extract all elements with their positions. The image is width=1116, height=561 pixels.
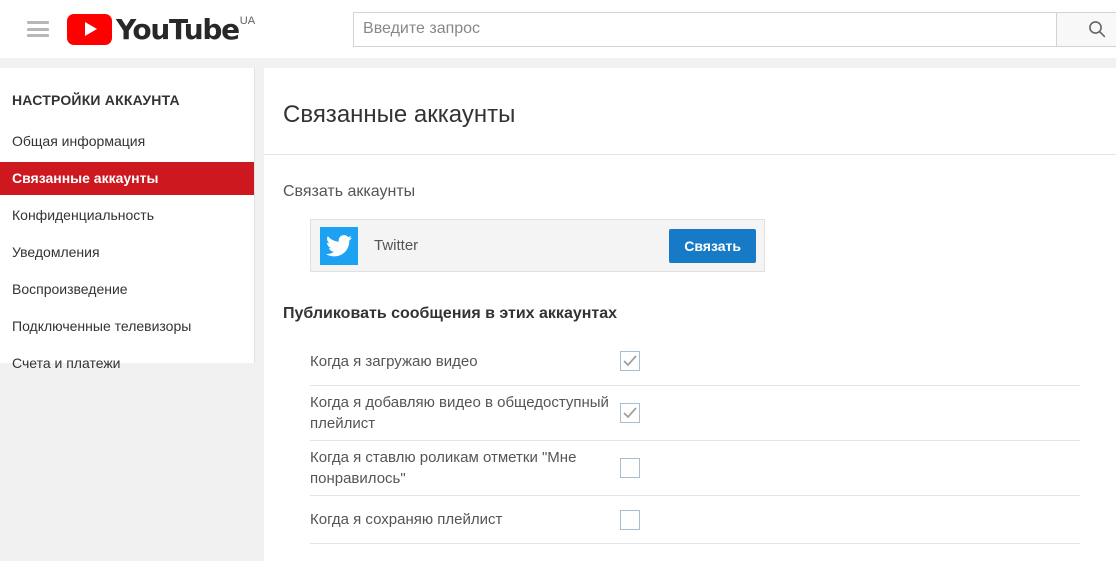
twitter-link-card: Twitter Связать: [310, 219, 765, 272]
search-icon: [1089, 21, 1106, 38]
post-option-checkbox[interactable]: [620, 403, 640, 423]
post-options-bottom-divider: [310, 543, 1080, 544]
twitter-connect-button[interactable]: Связать: [669, 228, 756, 263]
post-option-label: Когда я сохраняю плейлист: [310, 511, 503, 528]
hamburger-bar: [27, 27, 49, 31]
sidebar-title: НАСТРОЙКИ АККАУНТА: [12, 92, 180, 108]
hamburger-bar: [27, 34, 49, 37]
sidebar-item-notifications[interactable]: Уведомления: [0, 236, 254, 269]
checkmark-icon: [623, 407, 637, 419]
checkmark-icon: [623, 355, 637, 367]
post-option-label: Когда я загружаю видео: [310, 352, 478, 370]
header-divider-strip: [0, 58, 1116, 68]
hamburger-bar: [27, 21, 49, 24]
post-option-label: Когда я добавляю видео в общедоступный п…: [310, 394, 609, 432]
page-title: Связанные аккаунты: [283, 101, 516, 128]
twitter-service-name: Twitter: [374, 237, 419, 254]
post-option-checkbox[interactable]: [620, 458, 640, 478]
search-input[interactable]: [353, 11, 1058, 47]
sidebar-item-linked-accounts[interactable]: Связанные аккаунты: [0, 162, 254, 195]
post-option-checkbox[interactable]: [620, 351, 640, 371]
post-option-checkbox[interactable]: [620, 509, 640, 530]
sidebar-item-playback[interactable]: Воспроизведение: [0, 273, 254, 306]
youtube-logo[interactable]: YouTube UA: [67, 12, 256, 46]
top-header: YouTube UA: [0, 0, 1116, 58]
twitter-bird-glyph: [326, 234, 352, 256]
sidebar-item-general[interactable]: Общая информация: [0, 125, 254, 158]
sidebar-item-billing[interactable]: Счета и платежи: [0, 347, 254, 380]
settings-sidebar: НАСТРОЙКИ АККАУНТА Общая информация Связ…: [0, 68, 255, 371]
search-bar: [353, 11, 1116, 47]
main-content: Связанные аккаунты Связать аккаунты Twit…: [264, 68, 1116, 561]
sidebar-item-connected-tvs[interactable]: Подключенные телевизоры: [0, 310, 254, 343]
hamburger-icon[interactable]: [27, 21, 49, 37]
sidebar-item-privacy[interactable]: Конфиденциальность: [0, 199, 254, 232]
post-option-row: Когда я добавляю видео в общедоступный п…: [310, 385, 1080, 440]
search-button[interactable]: [1057, 11, 1116, 47]
post-option-label: Когда я ставлю роликам отметки "Мне понр…: [310, 449, 577, 487]
twitter-bird-icon: [320, 226, 358, 265]
play-button-icon: [67, 13, 112, 45]
post-messages-section-label: Публиковать сообщения в этих аккаунтах: [283, 305, 618, 322]
post-options-list: Когда я загружаю видео Когда я добавляю …: [310, 337, 1080, 543]
logo-country-code: UA: [239, 14, 256, 27]
post-option-row: Когда я ставлю роликам отметки "Мне понр…: [310, 440, 1080, 495]
link-accounts-section-label: Связать аккаунты: [283, 183, 416, 200]
post-option-row: Когда я сохраняю плейлист: [310, 495, 1080, 543]
logo-wordmark: YouTube: [116, 12, 240, 46]
post-option-row: Когда я загружаю видео: [310, 337, 1080, 385]
